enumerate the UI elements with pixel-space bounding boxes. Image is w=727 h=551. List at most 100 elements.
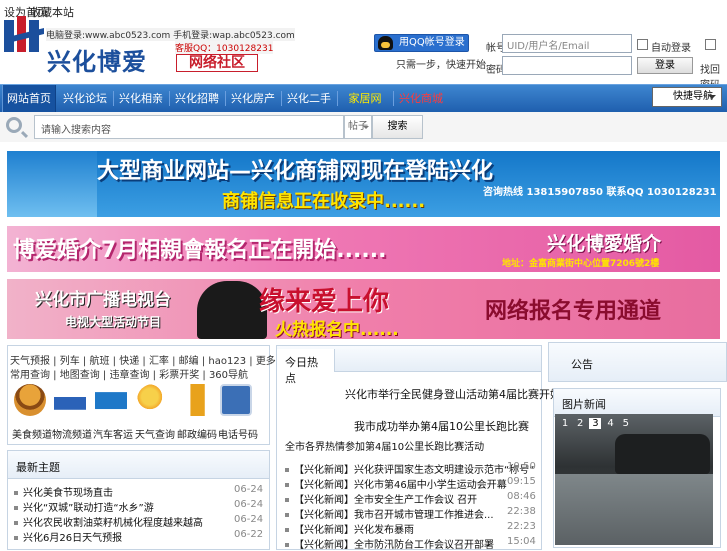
account-input[interactable]: UID/用户名/Email	[502, 34, 632, 53]
link-360[interactable]: 360导航	[209, 370, 248, 381]
nav-item-home[interactable]: 网站首页	[2, 85, 56, 112]
logo-text: 兴化博爱	[47, 47, 147, 76]
nav-item-jobs[interactable]: 兴化招聘	[170, 85, 224, 112]
password-input[interactable]	[502, 56, 632, 75]
service-postcode[interactable]: 邮政编码	[177, 384, 217, 441]
remember-checkbox-2[interactable]	[705, 39, 716, 50]
banner2-title: 博爱婚介7月相親會報名正在開始......	[13, 238, 387, 263]
flooded-car-image	[615, 434, 710, 474]
pager-4[interactable]: 4	[605, 418, 617, 429]
pager-1[interactable]: 1	[559, 418, 571, 429]
remember-checkbox[interactable]	[637, 39, 648, 50]
phone-icon	[220, 384, 252, 416]
news-row[interactable]: 【兴化新闻】全市防汛防台工作会议召开部署	[285, 536, 494, 551]
url-line: 电脑登录:www.abc0523.com 手机登录:wap.abc0523.co…	[46, 28, 295, 41]
photo-news-image[interactable]: 1 2 3 4 5	[555, 414, 713, 545]
banner3-title: 兴化市广播电视台	[35, 290, 171, 310]
quicklinks-row-2: 常用查询 | 地图查询 | 违章查询 | 彩票开奖 | 360导航	[10, 370, 249, 381]
service-food[interactable]: 美食频道	[12, 384, 52, 441]
service-logistics[interactable]: 物流频道	[52, 384, 92, 441]
service-phone[interactable]: 电话号码	[218, 384, 258, 441]
nav-item-dating[interactable]: 兴化相亲	[114, 85, 168, 112]
qq-penguin-icon	[378, 36, 393, 50]
news-time: 15:04	[507, 536, 536, 547]
photo-news-title: 图片新闻	[562, 398, 606, 411]
topic-row[interactable]: 兴化美食节现场直击	[14, 484, 113, 499]
news-row[interactable]: 【兴化新闻】兴化发布暴雨	[285, 521, 414, 536]
banner1-subtitle: 商铺信息正在收录中......	[222, 191, 426, 212]
nav-item-mall[interactable]: 兴化商城	[394, 85, 448, 112]
headline-1[interactable]: 兴化市举行全民健身登山活动第4届比赛开始	[345, 386, 561, 402]
banner3-hot: 火热报名中......	[275, 320, 399, 339]
banner-shop-network[interactable]: 大型商业网站—兴化商铺网现在登陆兴化 商铺信息正在收录中...... 咨询热线 …	[7, 151, 720, 217]
service-bus[interactable]: 汽车客运	[93, 384, 133, 441]
qq-service: 客服QQ：1030128231	[175, 41, 274, 54]
quicklinks-row-1: 天气预报 | 列车 | 航班 | 快递 | 汇率 | 邮编 | hao123 |…	[10, 356, 276, 367]
weather-icon	[137, 384, 169, 416]
news-row[interactable]: 【兴化新闻】全市安全生产工作会议 召开	[285, 491, 477, 506]
qq-login-button[interactable]: 用QQ帐号登录	[374, 34, 469, 52]
service-weather[interactable]: 天气查询	[135, 384, 175, 441]
topic-date: 06-22	[234, 529, 264, 540]
news-time: 10:50	[507, 461, 536, 472]
latest-topics-title: 最新主题	[16, 461, 60, 474]
banner1-contact: 咨询热线 13815907850 联系QQ 1030128231	[483, 187, 717, 198]
topic-date: 06-24	[234, 514, 264, 525]
news-row[interactable]: 【兴化新闻】兴化市第46届中小学生运动会开幕	[285, 476, 507, 491]
nav-item-property[interactable]: 兴化房产	[226, 85, 280, 112]
headline-sub[interactable]: 全市各界热情参加第4届10公里长跑比赛活动	[285, 438, 484, 453]
latest-topics-panel: 最新主题 兴化美食节现场直击 06-24 兴化“双城”联动打造“水乡”游 06-…	[7, 450, 270, 550]
truck-icon	[54, 384, 86, 416]
bus-icon	[95, 384, 127, 416]
news-row[interactable]: 【兴化新闻】兴化获评国家生态文明建设示范市“称号”	[285, 461, 534, 476]
link-more[interactable]: 更多	[256, 356, 276, 367]
utility-box: 天气预报 | 列车 | 航班 | 快递 | 汇率 | 邮编 | hao123 |…	[7, 345, 276, 445]
pager-2[interactable]: 2	[574, 418, 586, 429]
search-button[interactable]: 搜索	[372, 115, 423, 139]
search-type-select[interactable]: 帖子	[344, 115, 372, 139]
link-common[interactable]: 常用查询	[10, 370, 50, 381]
nav-item-home-deco[interactable]: 家居网	[338, 85, 392, 112]
topic-row[interactable]: 兴化6月26日天气预报	[14, 529, 122, 544]
notice-panel: 公告	[548, 342, 727, 382]
quick-start-text: 只需一步，快速开始	[396, 60, 486, 71]
link-map[interactable]: 地图查询	[60, 370, 100, 381]
quick-nav-dropdown[interactable]: 快捷导航	[652, 87, 722, 107]
link-lottery[interactable]: 彩票开奖	[159, 370, 199, 381]
nav-item-forum[interactable]: 兴化论坛	[58, 85, 112, 112]
banner2-brand: 兴化博愛婚介	[547, 233, 662, 255]
pager-5[interactable]: 5	[620, 418, 632, 429]
news-time: 22:38	[507, 506, 536, 517]
logo-subtext: 网络社区	[176, 54, 258, 72]
topic-row[interactable]: 兴化农民收割油菜籽机械化程度越来越高	[14, 514, 203, 529]
pager-3[interactable]: 3	[589, 418, 602, 429]
topic-row[interactable]: 兴化“双城”联动打造“水乡”游	[14, 499, 154, 514]
banner-matchmaking[interactable]: 博爱婚介7月相親會報名正在開始...... 兴化博愛婚介 地址：金富商業街中心位…	[7, 226, 720, 272]
banner3-right: 网络报名专用通道	[485, 299, 662, 324]
remember-label: 自动登录	[651, 43, 691, 54]
hot-news-panel: 今日热点 兴化市举行全民健身登山活动第4届比赛开始 我市成功举办第4届10公里长…	[276, 345, 561, 551]
topic-date: 06-24	[234, 499, 264, 510]
nav-item-usedcar[interactable]: 兴化二手车	[282, 85, 336, 132]
banner-couple-silhouette	[197, 281, 267, 339]
photo-pager: 1 2 3 4 5	[559, 418, 632, 429]
news-time: 22:23	[507, 521, 536, 532]
search-input[interactable]: 请输入搜索内容	[34, 115, 344, 139]
banner3-slogan: 缘来爱上你	[259, 287, 390, 317]
banner-tv-show[interactable]: 兴化市广播电视台 电视大型活动节目 缘来爱上你 火热报名中...... 网络报名…	[7, 279, 720, 339]
login-button[interactable]: 登录	[637, 57, 693, 74]
topic-date: 06-24	[234, 484, 264, 495]
banner1-title: 大型商业网站—兴化商铺网现在登陆兴化	[97, 159, 494, 184]
search-icon	[6, 117, 22, 133]
main-nav: 网站首页 兴化论坛 兴化相亲 兴化招聘 兴化房产 兴化二手车 家居网 兴化商城	[0, 84, 727, 132]
link-violation[interactable]: 违章查询	[109, 370, 149, 381]
news-time: 08:46	[507, 491, 536, 502]
hot-news-tab[interactable]: 今日热点	[277, 349, 335, 385]
burger-icon	[14, 384, 46, 416]
headline-2[interactable]: 我市成功举办第4届10公里长跑比赛	[354, 418, 529, 434]
banner3-subtitle: 电视大型活动节目	[65, 315, 162, 329]
qq-login-label: 用QQ帐号登录	[399, 37, 465, 48]
notice-title: 公告	[571, 358, 593, 371]
banner-silhouette-art	[7, 151, 97, 217]
news-row[interactable]: 【兴化新闻】我市召开城市管理工作推进会...	[285, 506, 494, 521]
